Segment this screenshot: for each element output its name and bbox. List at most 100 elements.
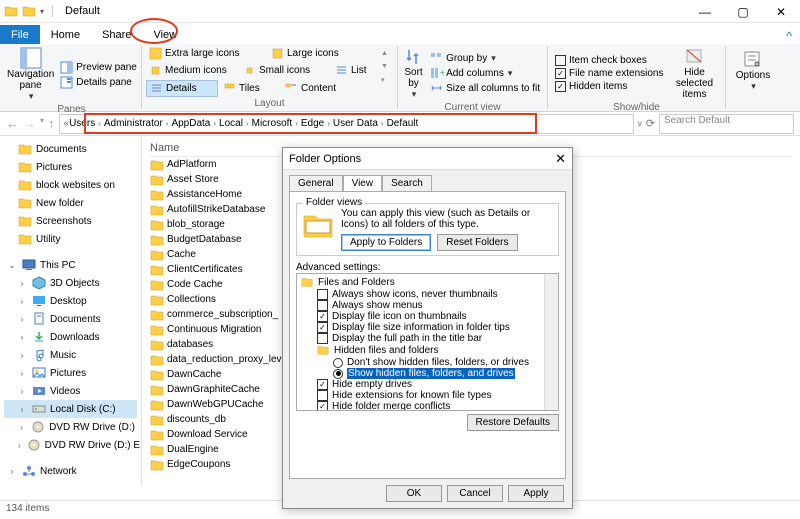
checkbox[interactable]: ✓ [317,311,328,322]
hidden-items-toggle[interactable]: ✓Hidden items [552,80,667,93]
checkbox[interactable]: ✓ [317,322,328,333]
minimize-button[interactable]: — [686,0,724,23]
layout-medium[interactable]: Medium icons [146,63,238,78]
nav-item[interactable]: ›3D Objects [4,274,137,292]
checkbox[interactable] [317,289,328,300]
tab-search[interactable]: Search [382,175,432,191]
tab-general[interactable]: General [289,175,343,191]
dialog-close-button[interactable]: ✕ [555,151,566,167]
navpane-button[interactable]: Navigation pane▾ [6,46,55,103]
menu-view[interactable]: View [142,25,188,44]
layout-details[interactable]: Details [146,80,218,97]
group-by-button[interactable]: Group by▾ [427,51,543,66]
nav-item[interactable]: ›DVD RW Drive (D:) [4,418,137,436]
search-input[interactable]: Search Default [659,114,794,134]
nav-item[interactable]: ›Network [4,462,137,480]
ok-button[interactable]: OK [386,485,442,502]
adv-item[interactable]: Show hidden files, folders, and drives [299,368,556,379]
layout-large[interactable]: Large icons [268,46,348,61]
add-columns-button[interactable]: +Add columns▾ [427,66,543,81]
nav-item[interactable]: Screenshots [4,212,137,230]
menu-home[interactable]: Home [40,25,91,44]
scrollbar[interactable] [544,274,558,410]
item-checkboxes-toggle[interactable]: Item check boxes [552,54,667,67]
checkbox[interactable]: ✓ [317,401,328,411]
qat-dropdown-icon[interactable]: ▾ [40,7,44,16]
size-columns-button[interactable]: Size all columns to fit [427,81,543,96]
nav-item[interactable]: ›Documents [4,310,137,328]
up-button[interactable]: ↑ [48,116,55,131]
cancel-button[interactable]: Cancel [447,485,503,502]
layout-tiles[interactable]: Tiles [220,80,280,97]
breadcrumb-seg[interactable]: Local [219,118,243,129]
adv-item[interactable]: Files and Folders [299,276,556,289]
adv-item[interactable]: Don't show hidden files, folders, or dri… [299,357,556,368]
checkbox[interactable] [317,333,328,344]
breadcrumb-seg[interactable]: Edge [301,118,324,129]
reset-folders-button[interactable]: Reset Folders [437,234,517,251]
menu-file[interactable]: File [0,25,40,44]
breadcrumb-seg[interactable]: AppData [171,118,210,129]
breadcrumb-seg[interactable]: Default [387,118,419,129]
breadcrumb-seg[interactable]: Administrator [104,118,163,129]
radio[interactable] [333,369,343,379]
maximize-button[interactable]: ▢ [724,0,762,23]
adv-item[interactable]: Always show menus [299,300,556,311]
breadcrumb-seg[interactable]: Microsoft [252,118,293,129]
layout-scroll-down[interactable]: ▼ [381,63,393,70]
nav-item[interactable]: ›Pictures [4,364,137,382]
nav-tree[interactable]: DocumentsPicturesblock websites onNew fo… [0,136,142,486]
adv-item[interactable]: Hidden files and folders [299,344,556,357]
adv-item[interactable]: ✓Hide folder merge conflicts [299,401,556,411]
file-extensions-toggle[interactable]: ✓File name extensions [552,67,667,80]
nav-item[interactable]: Utility [4,230,137,248]
nav-item[interactable]: ›DVD RW Drive (D:) E [4,436,137,454]
close-button[interactable]: ✕ [762,0,800,23]
nav-item[interactable]: ›Music [4,346,137,364]
nav-item[interactable]: ›Local Disk (C:) [4,400,137,418]
layout-small[interactable]: Small icons [240,63,330,78]
adv-item[interactable]: Display the full path in the title bar [299,333,556,344]
adv-item[interactable]: Always show icons, never thumbnails [299,289,556,300]
preview-pane-button[interactable]: Preview pane [57,60,140,75]
checkbox[interactable] [317,390,328,401]
nav-item[interactable]: Documents [4,140,137,158]
adv-item[interactable]: ✓Display file icon on thumbnails [299,311,556,322]
apply-to-folders-button[interactable]: Apply to Folders [341,234,431,251]
adv-item[interactable]: ✓Hide empty drives [299,379,556,390]
checkbox[interactable]: ✓ [317,379,328,390]
layout-xlarge[interactable]: Extra large icons [146,46,266,61]
ribbon-collapse-icon[interactable]: ^ [778,28,800,44]
sort-by-button[interactable]: Sort by▾ [402,46,425,101]
breadcrumb-seg[interactable]: User Data [333,118,378,129]
options-button[interactable]: Options▾ [730,46,776,96]
recent-button[interactable]: ▾ [40,116,44,131]
breadcrumb-seg[interactable]: Users [69,118,95,129]
nav-item[interactable]: ›Videos [4,382,137,400]
apply-button[interactable]: Apply [508,485,564,502]
nav-item[interactable]: ›Downloads [4,328,137,346]
nav-item[interactable]: Pictures [4,158,137,176]
details-pane-button[interactable]: Details pane [57,75,140,90]
nav-item[interactable]: ⌄This PC [4,256,137,274]
refresh-button[interactable]: ⟳ [646,117,655,130]
nav-item[interactable]: ›Desktop [4,292,137,310]
advanced-settings-list[interactable]: Files and FoldersAlways show icons, neve… [296,273,559,411]
adv-item[interactable]: ✓Display file size information in folder… [299,322,556,333]
radio[interactable] [333,358,343,368]
back-button[interactable]: ← [6,116,19,131]
breadcrumb[interactable]: «Users›Administrator›AppData›Local›Micro… [59,114,634,134]
menu-share[interactable]: Share [91,25,142,44]
layout-scroll-up[interactable]: ▲ [381,50,393,57]
nav-item[interactable]: block websites on [4,176,137,194]
forward-button[interactable]: → [23,116,36,131]
layout-content[interactable]: Content [282,80,357,97]
checkbox[interactable] [317,300,328,311]
hide-items-button[interactable]: Hide selected items [669,46,721,101]
nav-item[interactable]: New folder [4,194,137,212]
restore-defaults-button[interactable]: Restore Defaults [467,414,559,431]
tab-view[interactable]: View [343,175,383,191]
path-history-dropdown[interactable]: v [638,119,642,128]
layout-expand[interactable]: ▾ [381,76,393,84]
adv-item[interactable]: Hide extensions for known file types [299,390,556,401]
